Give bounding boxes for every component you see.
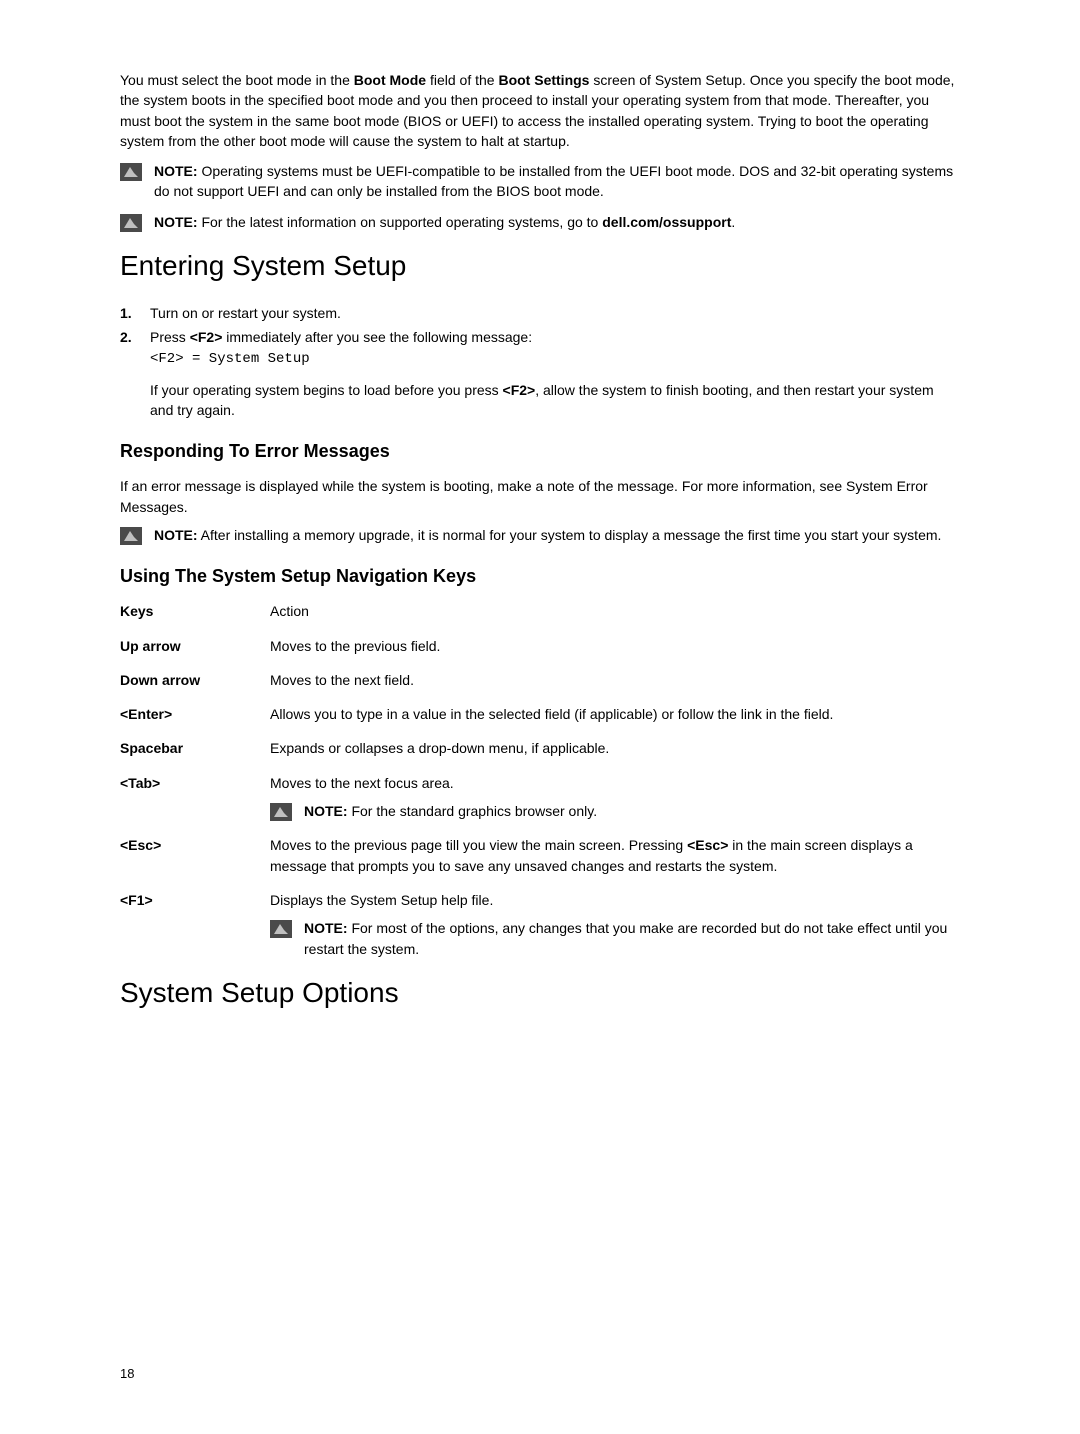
step-2: 2. Press <F2> immediately after you see … xyxy=(120,327,960,370)
note-3: NOTE: After installing a memory upgrade,… xyxy=(120,525,960,545)
f1-note: NOTE: For most of the options, any chang… xyxy=(270,918,960,959)
note-label: NOTE: xyxy=(304,803,348,819)
heading-system-setup-options: System Setup Options xyxy=(120,973,960,1014)
note-label: NOTE: xyxy=(154,527,198,543)
action-f1: Displays the System Setup help file. NOT… xyxy=(270,890,960,959)
header-action: Action xyxy=(270,601,960,621)
tab-note: NOTE: For the standard graphics browser … xyxy=(270,801,960,821)
table-row: <F1> Displays the System Setup help file… xyxy=(120,890,960,959)
responding-para: If an error message is displayed while t… xyxy=(120,476,960,517)
action-f1-text: Displays the System Setup help file. xyxy=(270,890,960,910)
action-enter: Allows you to type in a value in the sel… xyxy=(270,704,960,724)
note-icon xyxy=(270,803,292,821)
f1-note-body: For most of the options, any changes tha… xyxy=(304,920,947,956)
boot-mode-bold: Boot Mode xyxy=(354,72,426,88)
key-spacebar: Spacebar xyxy=(120,738,270,758)
action-tab-text: Moves to the next focus area. xyxy=(270,773,960,793)
step-num: 1. xyxy=(120,303,150,323)
key-downarrow: Down arrow xyxy=(120,670,270,690)
key-uparrow: Up arrow xyxy=(120,636,270,656)
step-2-key: <F2> xyxy=(190,329,223,345)
note-3-body: After installing a memory upgrade, it is… xyxy=(198,527,942,543)
note-label: NOTE: xyxy=(154,163,198,179)
table-row: <Esc> Moves to the previous page till yo… xyxy=(120,835,960,876)
note-2-before: For the latest information on supported … xyxy=(198,214,603,230)
esc-before: Moves to the previous page till you view… xyxy=(270,837,687,853)
action-uparrow: Moves to the previous field. xyxy=(270,636,960,656)
heading-responding-errors: Responding To Error Messages xyxy=(120,438,960,464)
note-icon xyxy=(120,527,142,545)
action-esc: Moves to the previous page till you view… xyxy=(270,835,960,876)
key-tab: <Tab> xyxy=(120,773,270,793)
step-1: 1. Turn on or restart your system. xyxy=(120,303,960,323)
note-1-body: Operating systems must be UEFI-compatibl… xyxy=(154,163,953,199)
note-2: NOTE: For the latest information on supp… xyxy=(120,212,960,232)
table-row: Up arrow Moves to the previous field. xyxy=(120,636,960,656)
heading-using-nav-keys: Using The System Setup Navigation Keys xyxy=(120,563,960,589)
action-spacebar: Expands or collapses a drop-down menu, i… xyxy=(270,738,960,758)
table-row: <Enter> Allows you to type in a value in… xyxy=(120,704,960,724)
step-2-before: Press xyxy=(150,329,190,345)
note-2-after: . xyxy=(731,214,735,230)
step-2-after: immediately after you see the following … xyxy=(222,329,532,345)
table-row: <Tab> Moves to the next focus area. NOTE… xyxy=(120,773,960,822)
header-keys: Keys xyxy=(120,601,270,621)
key-f1: <F1> xyxy=(120,890,270,910)
note-icon xyxy=(120,214,142,232)
note-1: NOTE: Operating systems must be UEFI-com… xyxy=(120,161,960,202)
step-2-content: Press <F2> immediately after you see the… xyxy=(150,327,960,370)
tab-note-body: For the standard graphics browser only. xyxy=(348,803,598,819)
steps-list: 1. Turn on or restart your system. 2. Pr… xyxy=(120,303,960,370)
followup-key: <F2> xyxy=(503,382,536,398)
note-label: NOTE: xyxy=(304,920,348,936)
boot-settings-bold: Boot Settings xyxy=(498,72,589,88)
note-icon xyxy=(120,163,142,181)
step-2-code: <F2> = System Setup xyxy=(150,349,960,369)
table-row: Down arrow Moves to the next field. xyxy=(120,670,960,690)
note-1-text: NOTE: Operating systems must be UEFI-com… xyxy=(154,161,960,202)
step-num: 2. xyxy=(120,327,150,370)
action-tab: Moves to the next focus area. NOTE: For … xyxy=(270,773,960,822)
note-2-text: NOTE: For the latest information on supp… xyxy=(154,212,960,232)
table-row: Spacebar Expands or collapses a drop-dow… xyxy=(120,738,960,758)
step-1-text: Turn on or restart your system. xyxy=(150,303,960,323)
intro-paragraph: You must select the boot mode in the Boo… xyxy=(120,70,960,151)
f1-note-text: NOTE: For most of the options, any chang… xyxy=(304,918,960,959)
esc-key-bold: <Esc> xyxy=(687,837,728,853)
action-downarrow: Moves to the next field. xyxy=(270,670,960,690)
note-3-text: NOTE: After installing a memory upgrade,… xyxy=(154,525,960,545)
table-header-row: Keys Action xyxy=(120,601,960,621)
heading-entering-system-setup: Entering System Setup xyxy=(120,246,960,287)
key-enter: <Enter> xyxy=(120,704,270,724)
key-table: Keys Action Up arrow Moves to the previo… xyxy=(120,601,960,959)
page-number: 18 xyxy=(120,1365,134,1384)
followup-before: If your operating system begins to load … xyxy=(150,382,503,398)
note-icon xyxy=(270,920,292,938)
key-esc: <Esc> xyxy=(120,835,270,855)
step-followup: If your operating system begins to load … xyxy=(150,380,960,421)
note-label: NOTE: xyxy=(154,214,198,230)
note-2-link: dell.com/ossupport xyxy=(602,214,731,230)
tab-note-text: NOTE: For the standard graphics browser … xyxy=(304,801,597,821)
